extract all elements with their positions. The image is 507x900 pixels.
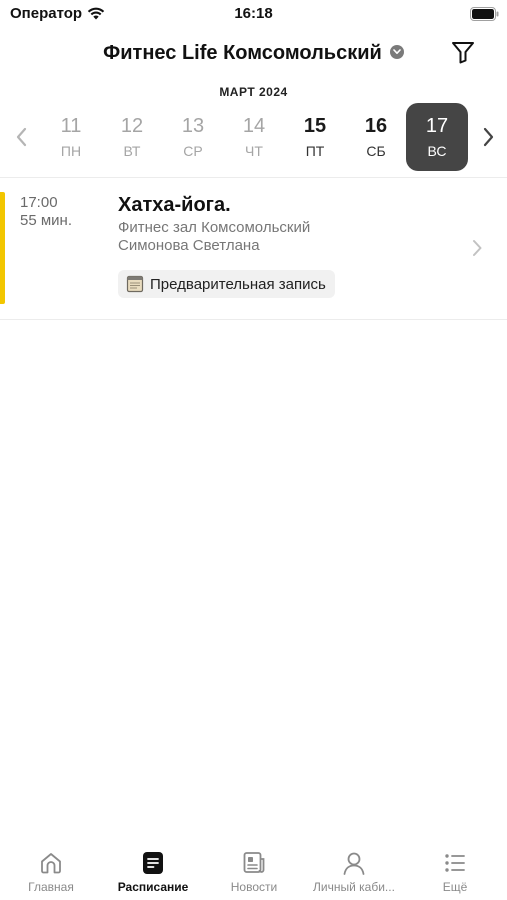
schedule-event-card[interactable]: 17:00 55 мин. Хатха-йога. Фитнес зал Ком… <box>0 186 507 318</box>
day-weekday: ВТ <box>123 143 141 159</box>
chevron-right-icon[interactable] <box>478 124 498 150</box>
tab-label: Личный каби... <box>313 880 395 894</box>
day-cell-13[interactable]: 13 СР <box>162 103 224 171</box>
month-label: МАРТ 2024 <box>219 85 288 99</box>
news-icon <box>243 852 265 873</box>
app-header: Фитнес Life Комсомольский <box>0 36 507 72</box>
day-cell-16[interactable]: 16 СБ <box>345 103 407 171</box>
club-title: Фитнес Life Комсомольский <box>103 42 382 64</box>
booking-badge: Предварительная запись <box>118 270 335 298</box>
battery-icon <box>470 7 499 21</box>
home-icon <box>41 853 61 874</box>
tab-news[interactable]: Новости <box>204 840 304 900</box>
day-number: 14 <box>242 115 266 137</box>
day-cell-14[interactable]: 14 ЧТ <box>223 103 285 171</box>
divider <box>0 177 507 178</box>
tab-label: Главная <box>28 880 74 894</box>
date-strip: 11 ПН 12 ВТ 13 СР 14 ЧТ 15 ПТ 16 СБ 17 В… <box>0 100 507 174</box>
day-cell-15[interactable]: 15 ПТ <box>284 103 346 171</box>
divider <box>0 319 507 320</box>
day-cell-17[interactable]: 17 ВС <box>406 103 468 171</box>
day-weekday: СР <box>183 143 203 159</box>
day-number: 12 <box>120 115 144 137</box>
day-weekday: ВС <box>427 143 447 159</box>
event-trainer: Симонова Светлана <box>118 237 260 254</box>
filter-icon[interactable] <box>450 39 476 65</box>
day-weekday: СБ <box>366 143 386 159</box>
tab-label: Расписание <box>117 880 189 894</box>
day-weekday: ПН <box>60 143 82 159</box>
event-start-time: 17:00 <box>20 194 58 211</box>
bottom-tab-bar: Главная Расписание Новости Личный каби..… <box>0 840 507 900</box>
tab-label: Новости <box>230 880 278 894</box>
event-accent-bar <box>0 192 5 304</box>
chevron-right-icon[interactable] <box>470 238 484 258</box>
tab-more[interactable]: Ещё <box>405 840 505 900</box>
event-duration: 55 мин. <box>20 212 72 229</box>
day-number: 11 <box>60 115 82 137</box>
tab-label: Ещё <box>442 880 468 894</box>
booking-badge-label: Предварительная запись <box>150 275 326 293</box>
tab-profile[interactable]: Личный каби... <box>304 840 404 900</box>
schedule-icon <box>143 852 163 874</box>
day-weekday: ЧТ <box>245 143 263 159</box>
tab-schedule[interactable]: Расписание <box>103 840 203 900</box>
day-number: 17 <box>425 115 449 137</box>
club-selector[interactable]: Фитнес Life Комсомольский <box>0 42 507 65</box>
day-cell-11[interactable]: 11 ПН <box>40 103 102 171</box>
day-weekday: ПТ <box>305 143 325 159</box>
event-title: Хатха-йога. <box>118 194 231 216</box>
event-venue: Фитнес зал Комсомольский <box>118 219 311 236</box>
day-cell-12[interactable]: 12 ВТ <box>101 103 163 171</box>
tab-home[interactable]: Главная <box>1 840 101 900</box>
day-number: 13 <box>181 115 205 137</box>
day-number: 15 <box>303 115 327 137</box>
chevron-left-icon[interactable] <box>12 124 32 150</box>
profile-icon <box>343 852 365 875</box>
more-list-icon <box>445 854 465 872</box>
chevron-down-icon <box>389 44 404 59</box>
status-bar: Оператор 16:18 <box>0 0 507 30</box>
notepad-icon <box>126 275 144 293</box>
clock-time: 16:18 <box>234 5 273 22</box>
day-number: 16 <box>364 115 388 137</box>
